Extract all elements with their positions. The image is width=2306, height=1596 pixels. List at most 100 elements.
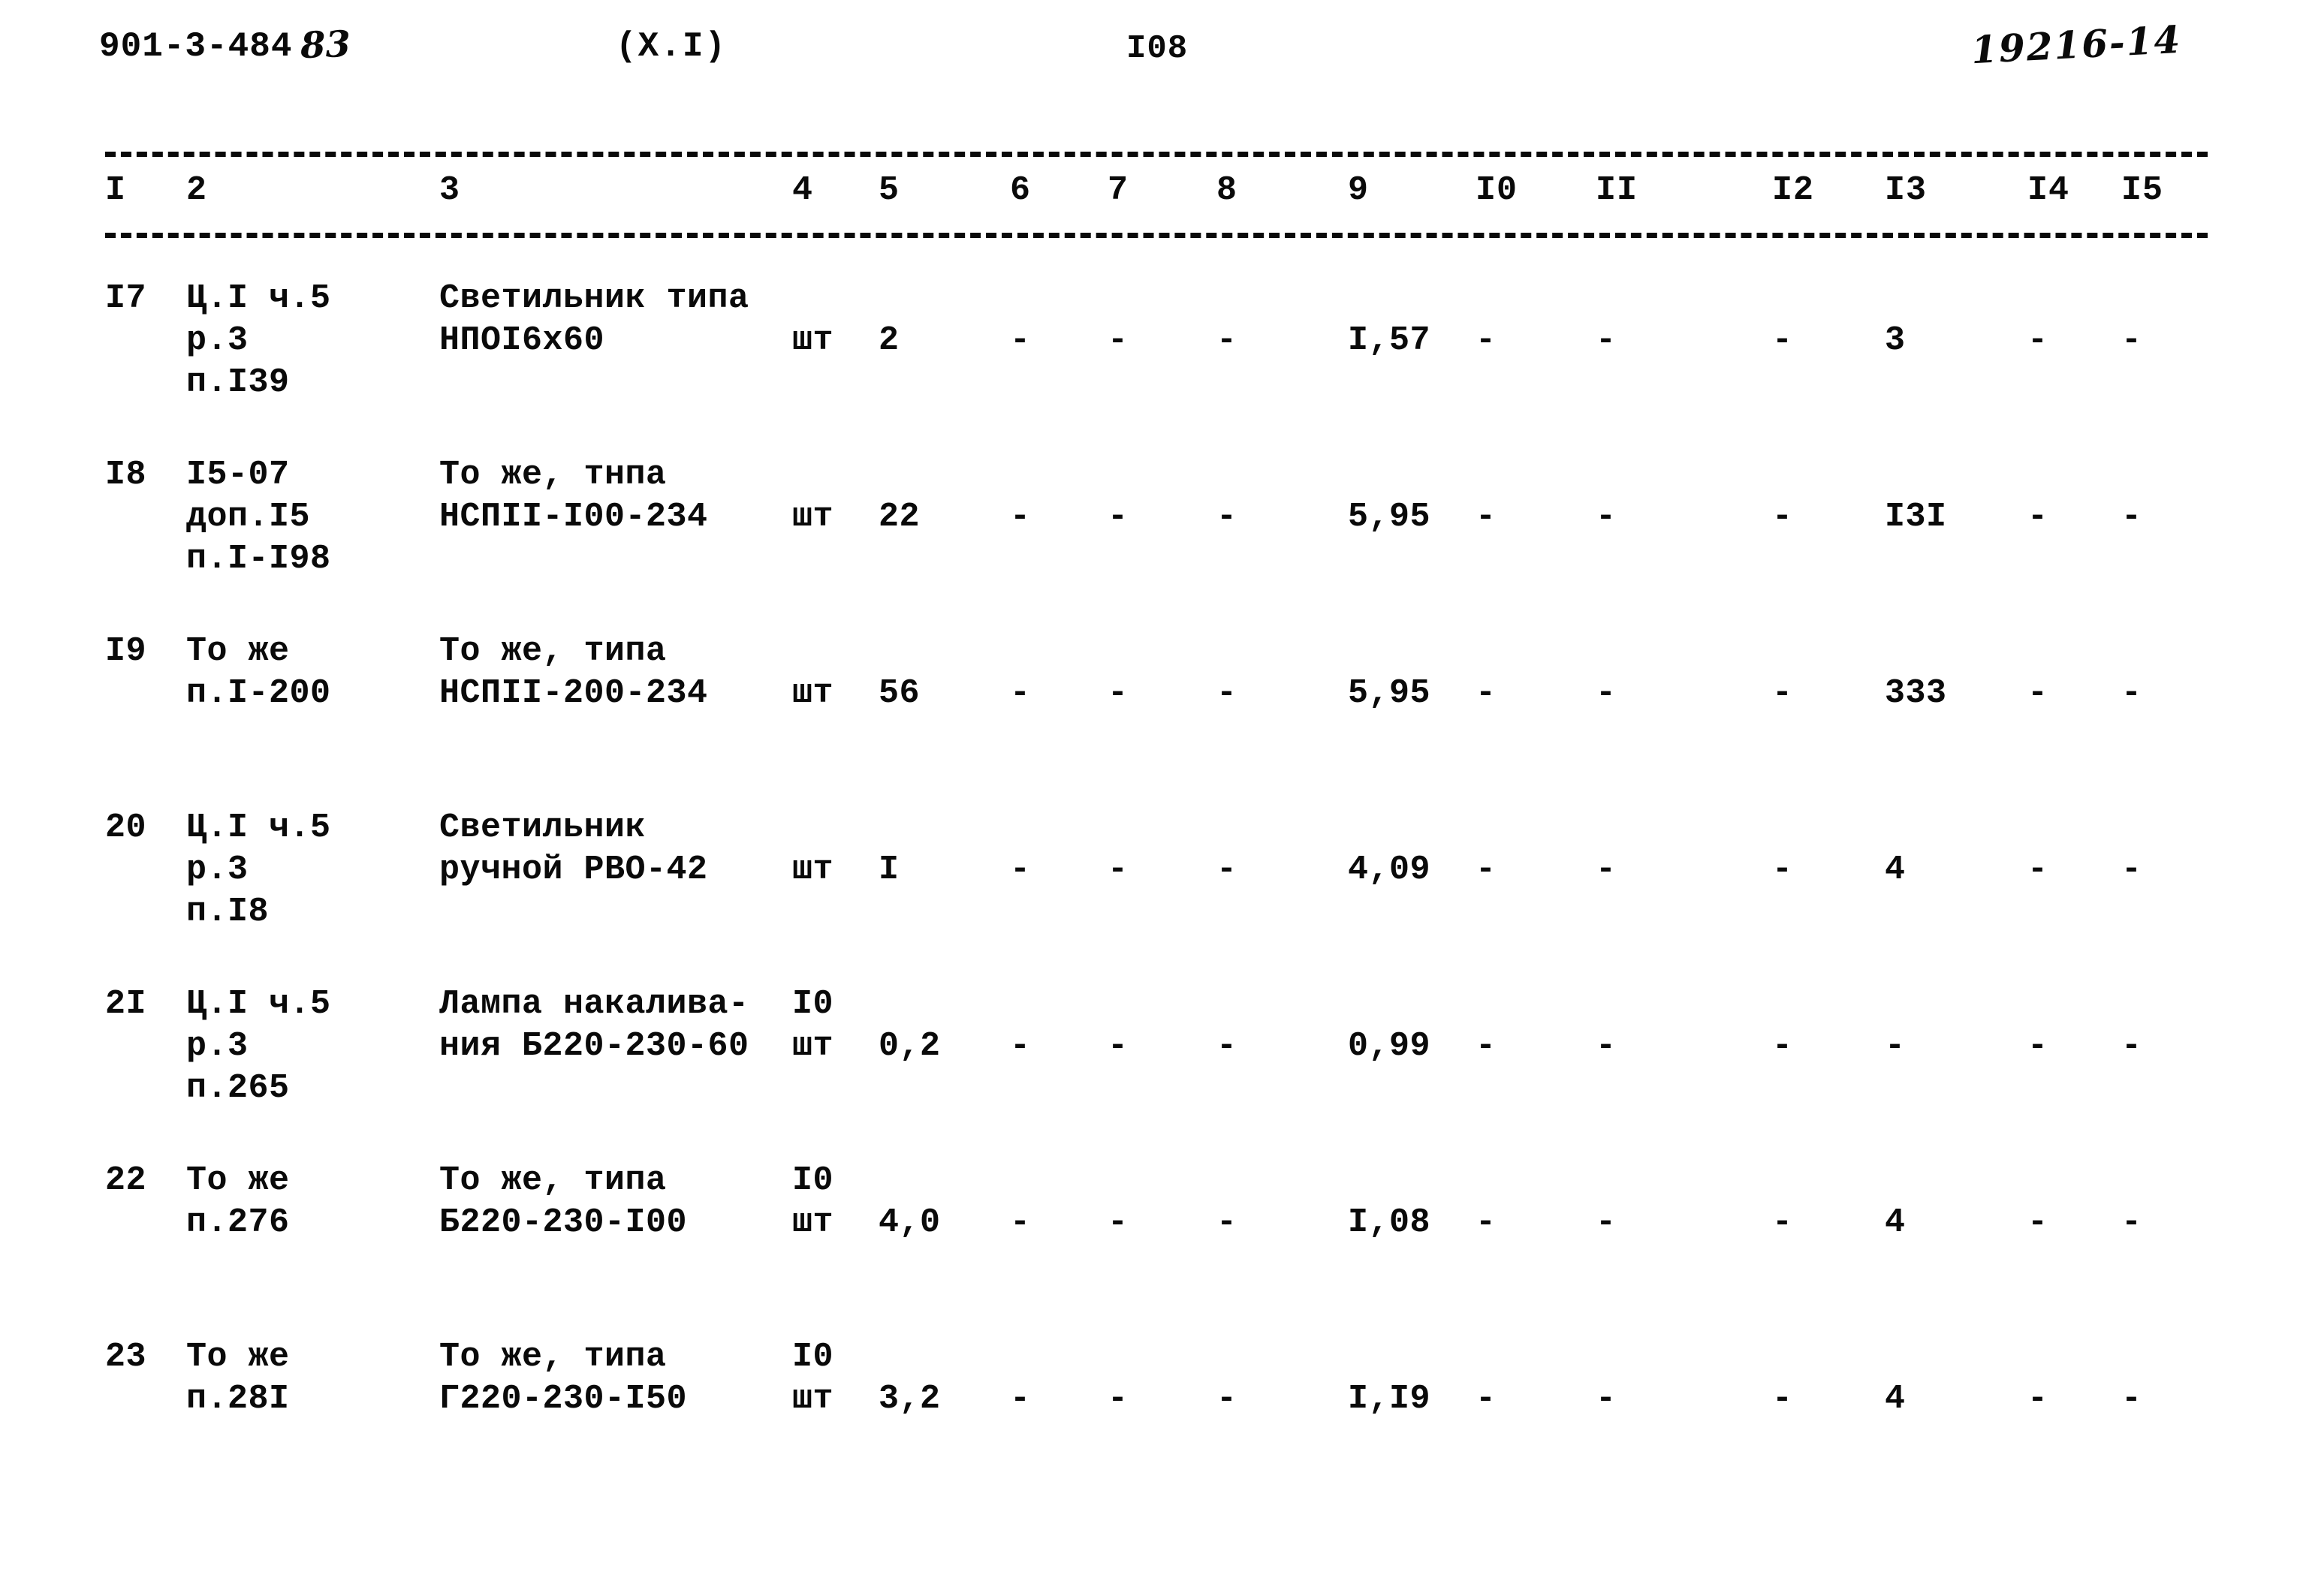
col12: - <box>1772 321 1793 360</box>
table-row: I8 I5-07 доп.I5 п.I-I98 То же, тнпа НСПII-… <box>0 454 2306 631</box>
col12: - <box>1772 674 1793 712</box>
item-name: То же, типа Б220-230-I00 <box>439 1161 688 1242</box>
col14: - <box>2027 851 2048 889</box>
col12: - <box>1772 1380 1793 1418</box>
quantity: 0,2 <box>879 1027 941 1065</box>
col11: - <box>1596 851 1617 889</box>
item-name: То же, тнпа НСПII-I00-234 <box>439 456 708 536</box>
table-row: 23 То же п.28I То же, типа Г220-230-I50 I0 … <box>0 1336 2306 1513</box>
unit: I0 шт <box>792 1338 834 1418</box>
col10: - <box>1476 1380 1497 1418</box>
col13: 4 <box>1885 1380 1906 1418</box>
col7: - <box>1108 1027 1129 1065</box>
col13: - <box>1885 1027 1906 1065</box>
unit: шт <box>792 321 834 360</box>
col6: - <box>1010 1380 1031 1418</box>
col13: 3 <box>1885 321 1906 360</box>
column-header-10: I0 <box>1476 171 1518 209</box>
col7: - <box>1108 851 1129 889</box>
unit: I0 шт <box>792 1161 834 1242</box>
col9: I,08 <box>1348 1203 1431 1242</box>
col15: - <box>2121 851 2142 889</box>
justification: Ц.I ч.5 р.3 п.I39 <box>186 279 331 402</box>
col6: - <box>1010 498 1031 536</box>
col14: - <box>2027 674 2048 712</box>
col13: 4 <box>1885 1203 1906 1242</box>
col6: - <box>1010 1027 1031 1065</box>
col9: 0,99 <box>1348 1027 1431 1065</box>
col11: - <box>1596 498 1617 536</box>
col9: 5,95 <box>1348 674 1431 712</box>
col15: - <box>2121 1027 2142 1065</box>
col14: - <box>2027 1027 2048 1065</box>
document-header: 901-3-484 83 (X.I) I08 19216-14 <box>0 17 2306 81</box>
col7: - <box>1108 1203 1129 1242</box>
col12: - <box>1772 1203 1793 1242</box>
col12: - <box>1772 851 1793 889</box>
item-name: Светильник типа НПОI6х60 <box>439 279 749 360</box>
unit: шт <box>792 498 834 536</box>
table-row: I9 То же п.I-200 То же, типа НСПII-200-234… <box>0 631 2306 807</box>
column-header-14: I4 <box>2027 171 2070 209</box>
column-header-11: II <box>1596 171 1638 209</box>
table-row: 2I Ц.I ч.5 р.3 п.265 Лампа накалива- ния Б… <box>0 983 2306 1160</box>
quantity: 3,2 <box>879 1380 941 1418</box>
item-name: Лампа накалива- ния Б220-230-60 <box>439 985 749 1065</box>
table-row: 20 Ц.I ч.5 р.3 п.I8 Светильник ручной РВО-… <box>0 807 2306 983</box>
column-header-1: I <box>105 171 127 209</box>
column-header-15: I5 <box>2121 171 2164 209</box>
quantity: I <box>879 851 900 889</box>
col10: - <box>1476 321 1497 360</box>
quantity: 56 <box>879 674 921 712</box>
col12: - <box>1772 498 1793 536</box>
col15: - <box>2121 498 2142 536</box>
col9: 5,95 <box>1348 498 1431 536</box>
row-number: 2I <box>105 985 147 1023</box>
quantity: 2 <box>879 321 900 360</box>
col11: - <box>1596 1027 1617 1065</box>
col8: - <box>1216 498 1237 536</box>
col8: - <box>1216 851 1237 889</box>
table-row: 22 То же п.276 То же, типа Б220-230-I00 I0 … <box>0 1160 2306 1336</box>
col7: - <box>1108 321 1129 360</box>
justification: То же п.28I <box>186 1338 290 1418</box>
column-header-7: 7 <box>1108 171 1129 209</box>
page-number: I08 <box>1126 30 1189 68</box>
item-name: Светильник ручной РВО-42 <box>439 809 708 889</box>
col7: - <box>1108 674 1129 712</box>
column-header-6: 6 <box>1010 171 1032 209</box>
col14: - <box>2027 1203 2048 1242</box>
col7: - <box>1108 498 1129 536</box>
row-number: 23 <box>105 1338 147 1376</box>
column-header-5: 5 <box>879 171 900 209</box>
column-header-9: 9 <box>1348 171 1370 209</box>
col15: - <box>2121 1380 2142 1418</box>
quantity: 4,0 <box>879 1203 941 1242</box>
col6: - <box>1010 674 1031 712</box>
col7: - <box>1108 1380 1129 1418</box>
table-row: I7 Ц.I ч.5 р.3 п.I39 Светильник типа НПОI6… <box>0 278 2306 454</box>
col6: - <box>1010 1203 1031 1242</box>
col15: - <box>2121 1203 2142 1242</box>
col6: - <box>1010 851 1031 889</box>
col8: - <box>1216 1203 1237 1242</box>
col14: - <box>2027 498 2048 536</box>
col11: - <box>1596 321 1617 360</box>
col12: - <box>1772 1027 1793 1065</box>
item-name: То же, типа Г220-230-I50 <box>439 1338 688 1418</box>
handwritten-archive-number: 19216-14 <box>1970 17 2183 73</box>
justification: Ц.I ч.5 р.3 п.265 <box>186 985 331 1107</box>
unit: шт <box>792 674 834 712</box>
col10: - <box>1476 851 1497 889</box>
col8: - <box>1216 1380 1237 1418</box>
col10: - <box>1476 498 1497 536</box>
col10: - <box>1476 1203 1497 1242</box>
col13: I3I <box>1885 498 1947 536</box>
col14: - <box>2027 321 2048 360</box>
table-column-header-row: I 2 3 4 5 6 7 8 9 I0 II I2 I3 I4 I5 <box>0 171 2306 224</box>
row-number: I8 <box>105 456 147 494</box>
col14: - <box>2027 1380 2048 1418</box>
col9: I,57 <box>1348 321 1431 360</box>
column-header-3: 3 <box>439 171 461 209</box>
unit: I0 шт <box>792 985 834 1065</box>
